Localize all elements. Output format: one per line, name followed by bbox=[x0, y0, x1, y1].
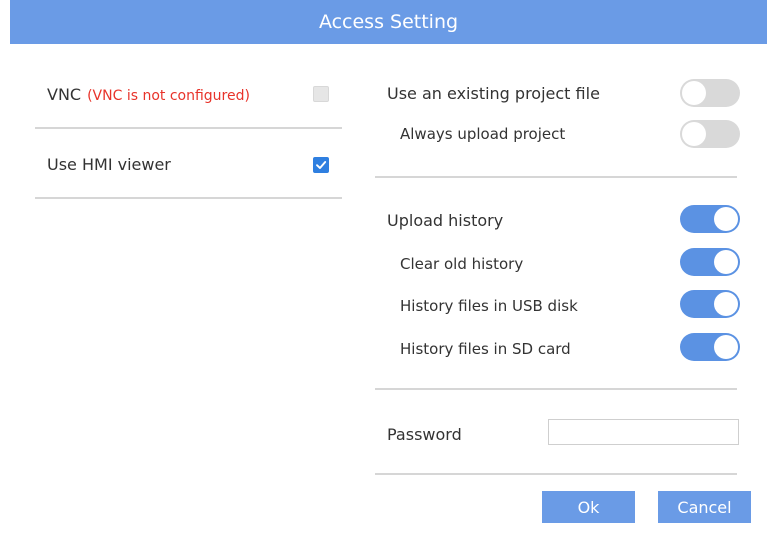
divider bbox=[35, 127, 342, 129]
history-sd-card-toggle[interactable] bbox=[680, 333, 740, 361]
toggle-knob bbox=[714, 292, 738, 316]
vnc-label-row: VNC (VNC is not configured) bbox=[47, 85, 250, 104]
history-sd-card-label: History files in SD card bbox=[400, 340, 571, 358]
toggle-knob bbox=[714, 207, 738, 231]
dialog-title: Access Setting bbox=[318, 11, 459, 33]
divider bbox=[375, 473, 737, 475]
toggle-knob bbox=[714, 335, 738, 359]
divider bbox=[375, 176, 737, 178]
use-existing-project-label: Use an existing project file bbox=[387, 84, 600, 103]
divider bbox=[35, 197, 342, 199]
toggle-knob bbox=[714, 250, 738, 274]
vnc-checkbox[interactable] bbox=[313, 86, 329, 102]
cancel-button[interactable]: Cancel bbox=[658, 491, 751, 523]
upload-history-label: Upload history bbox=[387, 211, 504, 230]
password-input[interactable] bbox=[548, 419, 739, 445]
upload-history-toggle[interactable] bbox=[680, 205, 740, 233]
history-usb-disk-label: History files in USB disk bbox=[400, 297, 578, 315]
always-upload-project-toggle[interactable] bbox=[680, 120, 740, 148]
divider bbox=[375, 388, 737, 390]
clear-old-history-label: Clear old history bbox=[400, 255, 524, 273]
vnc-warning: (VNC is not configured) bbox=[87, 88, 250, 104]
vnc-label: VNC bbox=[47, 85, 82, 104]
dialog-body bbox=[10, 44, 767, 538]
always-upload-project-label: Always upload project bbox=[400, 125, 566, 143]
password-label: Password bbox=[387, 425, 462, 444]
history-usb-disk-toggle[interactable] bbox=[680, 290, 740, 318]
ok-button[interactable]: Ok bbox=[542, 491, 635, 523]
checkmark-icon bbox=[316, 161, 327, 169]
dialog-title-bar: Access Setting bbox=[10, 0, 767, 44]
hmi-viewer-checkbox[interactable] bbox=[313, 157, 329, 173]
use-existing-project-toggle[interactable] bbox=[680, 79, 740, 107]
toggle-knob bbox=[682, 81, 706, 105]
hmi-viewer-label: Use HMI viewer bbox=[47, 155, 171, 174]
clear-old-history-toggle[interactable] bbox=[680, 248, 740, 276]
toggle-knob bbox=[682, 122, 706, 146]
